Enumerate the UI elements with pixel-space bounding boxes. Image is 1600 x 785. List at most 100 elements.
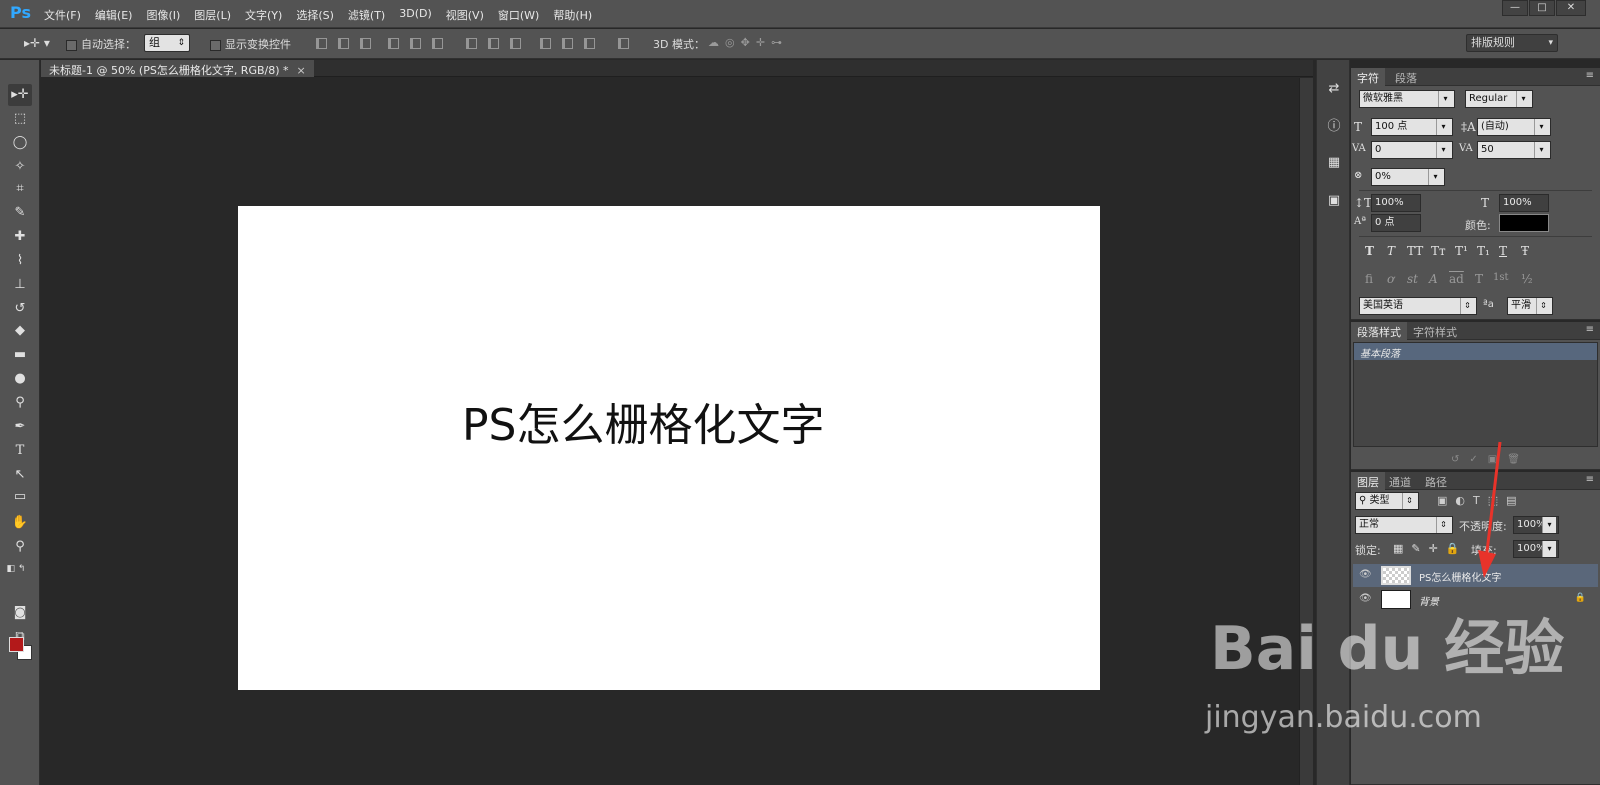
distribute-vcenter-icon[interactable] — [488, 38, 499, 49]
menu-file[interactable]: 文件(F) — [44, 7, 81, 23]
faux-italic-button[interactable]: T — [1387, 244, 1395, 258]
foreground-color-swatch[interactable] — [9, 637, 24, 652]
old-style-button[interactable]: ơ — [1387, 272, 1394, 286]
tab-character-styles[interactable]: 字符样式 — [1407, 322, 1463, 340]
layer-row-background[interactable]: 👁 背景 🔒 — [1353, 588, 1598, 611]
visibility-eye-icon[interactable]: 👁 — [1359, 593, 1372, 604]
titling-button[interactable]: ad — [1449, 272, 1464, 286]
blur-tool-icon[interactable]: ● — [8, 368, 32, 390]
tracking-field[interactable]: 50 ▾ — [1477, 141, 1551, 159]
strikethrough-button[interactable]: Ŧ — [1521, 244, 1529, 258]
fill-field[interactable]: 100% ▾ — [1513, 540, 1559, 558]
move-tool-icon[interactable]: ▸✛ — [8, 84, 32, 106]
blend-mode-select[interactable]: 正常 ⇕ — [1355, 516, 1453, 534]
canvas-area[interactable]: PS怎么栅格化文字 — [41, 78, 1313, 785]
swap-colors-icon[interactable]: ◧ ↰ — [4, 558, 28, 580]
fraction-button[interactable]: ½ — [1521, 272, 1533, 286]
info-panel-icon[interactable]: ⓘ — [1325, 118, 1343, 136]
eyedropper-icon[interactable]: ✎ — [8, 202, 32, 224]
close-button[interactable]: ✕ — [1556, 0, 1586, 16]
styles-panel-menu-icon[interactable]: ≡ — [1586, 324, 1594, 335]
underline-button[interactable]: T — [1499, 244, 1507, 258]
navigator-panel-icon[interactable]: ▣ — [1325, 192, 1343, 210]
align-vcenter-icon[interactable] — [338, 38, 349, 49]
menu-type[interactable]: 文字(Y) — [245, 7, 282, 23]
baseline-shift-field[interactable]: 0 点 — [1371, 214, 1421, 232]
tsume-field[interactable]: 0% ▾ — [1371, 168, 1445, 186]
type-tool-icon[interactable]: T — [8, 440, 32, 462]
layer-name[interactable]: PS怎么栅格化文字 — [1419, 569, 1501, 584]
3d-mode-icons[interactable]: ☁◎✥✛⊶ — [708, 36, 788, 49]
tab-paths[interactable]: 路径 — [1419, 472, 1453, 490]
font-family-select[interactable]: 微软雅黑 ▾ — [1359, 90, 1455, 108]
leading-field[interactable]: (自动) ▾ — [1477, 118, 1551, 136]
language-select[interactable]: 美国英语 ⇕ — [1359, 297, 1477, 315]
move-tool-preset-icon[interactable]: ▸✛ ▾ — [24, 36, 50, 50]
layer-filter-icons[interactable]: ▣◐T⬚▤ — [1437, 494, 1525, 507]
distribute-right-icon[interactable] — [584, 38, 595, 49]
menu-view[interactable]: 视图(V) — [446, 7, 484, 23]
menu-filter[interactable]: 滤镜(T) — [348, 7, 385, 23]
tab-paragraph[interactable]: 段落 — [1389, 68, 1423, 86]
ligature-button[interactable]: fi — [1365, 272, 1373, 286]
text-color-swatch[interactable] — [1499, 214, 1549, 232]
stamp-tool-icon[interactable]: ⊥ — [8, 274, 32, 296]
eraser-tool-icon[interactable]: ◆ — [8, 320, 32, 342]
marquee-tool-icon[interactable]: ⬚ — [8, 108, 32, 130]
horizontal-scale-field[interactable]: 100% — [1499, 194, 1549, 212]
distribute-left-icon[interactable] — [540, 38, 551, 49]
document-canvas[interactable]: PS怎么栅格化文字 — [238, 206, 1100, 690]
document-tab[interactable]: 未标题-1 @ 50% (PS怎么栅格化文字, RGB/8) * × — [41, 60, 314, 77]
swash-button[interactable]: st — [1407, 272, 1418, 286]
faux-bold-button[interactable]: T — [1365, 244, 1374, 258]
show-transform-checkbox[interactable]: 显示变换控件 — [210, 36, 291, 52]
font-size-field[interactable]: 100 点 ▾ — [1371, 118, 1453, 136]
ordinal-button[interactable]: 1st — [1493, 272, 1509, 283]
font-style-select[interactable]: Regular ▾ — [1465, 90, 1533, 108]
path-select-icon[interactable]: ↖ — [8, 464, 32, 486]
history-panel-icon[interactable]: ⇄ — [1325, 80, 1343, 98]
menu-image[interactable]: 图像(I) — [146, 7, 180, 23]
auto-align-icon[interactable] — [618, 38, 629, 49]
distribute-top-icon[interactable] — [466, 38, 477, 49]
workspace-switcher[interactable]: 排版规则 ▾ — [1466, 34, 1558, 52]
align-left-icon[interactable] — [388, 38, 399, 49]
opacity-field[interactable]: 100% ▾ — [1513, 516, 1559, 534]
all-caps-button[interactable]: TT — [1407, 244, 1423, 258]
superscript-button[interactable]: T¹ — [1455, 244, 1468, 258]
crop-tool-icon[interactable]: ⌗ — [8, 178, 32, 200]
layer-name[interactable]: 背景 — [1419, 593, 1439, 608]
layers-panel-menu-icon[interactable]: ≡ — [1586, 474, 1594, 485]
visibility-eye-icon[interactable]: 👁 — [1359, 569, 1372, 580]
tab-close-icon[interactable]: × — [297, 64, 306, 77]
lasso-tool-icon[interactable]: ◯ — [8, 132, 32, 154]
pen-tool-icon[interactable]: ✒ — [8, 416, 32, 438]
brush-tool-icon[interactable]: ⌇ — [8, 250, 32, 272]
menu-select[interactable]: 选择(S) — [296, 7, 334, 23]
gradient-tool-icon[interactable]: ▬ — [8, 344, 32, 366]
history-brush-icon[interactable]: ↺ — [8, 298, 32, 320]
style-item-basic[interactable]: 基本段落 — [1354, 343, 1597, 360]
menu-help[interactable]: 帮助(H) — [553, 7, 592, 23]
stylistic-button[interactable]: A — [1429, 272, 1438, 286]
hand-tool-icon[interactable]: ✋ — [8, 512, 32, 534]
align-bottom-icon[interactable] — [360, 38, 371, 49]
menu-window[interactable]: 窗口(W) — [498, 7, 539, 23]
auto-select-dropdown[interactable]: 组 ⇕ — [144, 34, 190, 52]
menu-3d[interactable]: 3D(D) — [399, 7, 432, 23]
small-caps-button[interactable]: Tт — [1431, 244, 1446, 258]
antialias-select[interactable]: 平滑 ⇕ — [1507, 297, 1553, 315]
zoom-tool-icon[interactable]: ⚲ — [8, 536, 32, 558]
tab-character[interactable]: 字符 — [1351, 68, 1385, 86]
restore-button[interactable]: □ — [1529, 0, 1555, 16]
dodge-tool-icon[interactable]: ⚲ — [8, 392, 32, 414]
panel-collapse-strip[interactable] — [1299, 78, 1313, 785]
align-right-icon[interactable] — [432, 38, 443, 49]
canvas-text-layer[interactable]: PS怎么栅格化文字 — [462, 389, 824, 453]
tab-channels[interactable]: 通道 — [1383, 472, 1417, 490]
swatches-panel-icon[interactable]: ▦ — [1325, 154, 1343, 172]
lock-icons[interactable]: ▦✎✛🔒 — [1393, 542, 1468, 555]
align-hcenter-icon[interactable] — [410, 38, 421, 49]
menu-edit[interactable]: 编辑(E) — [95, 7, 133, 23]
tab-paragraph-styles[interactable]: 段落样式 — [1351, 322, 1407, 340]
